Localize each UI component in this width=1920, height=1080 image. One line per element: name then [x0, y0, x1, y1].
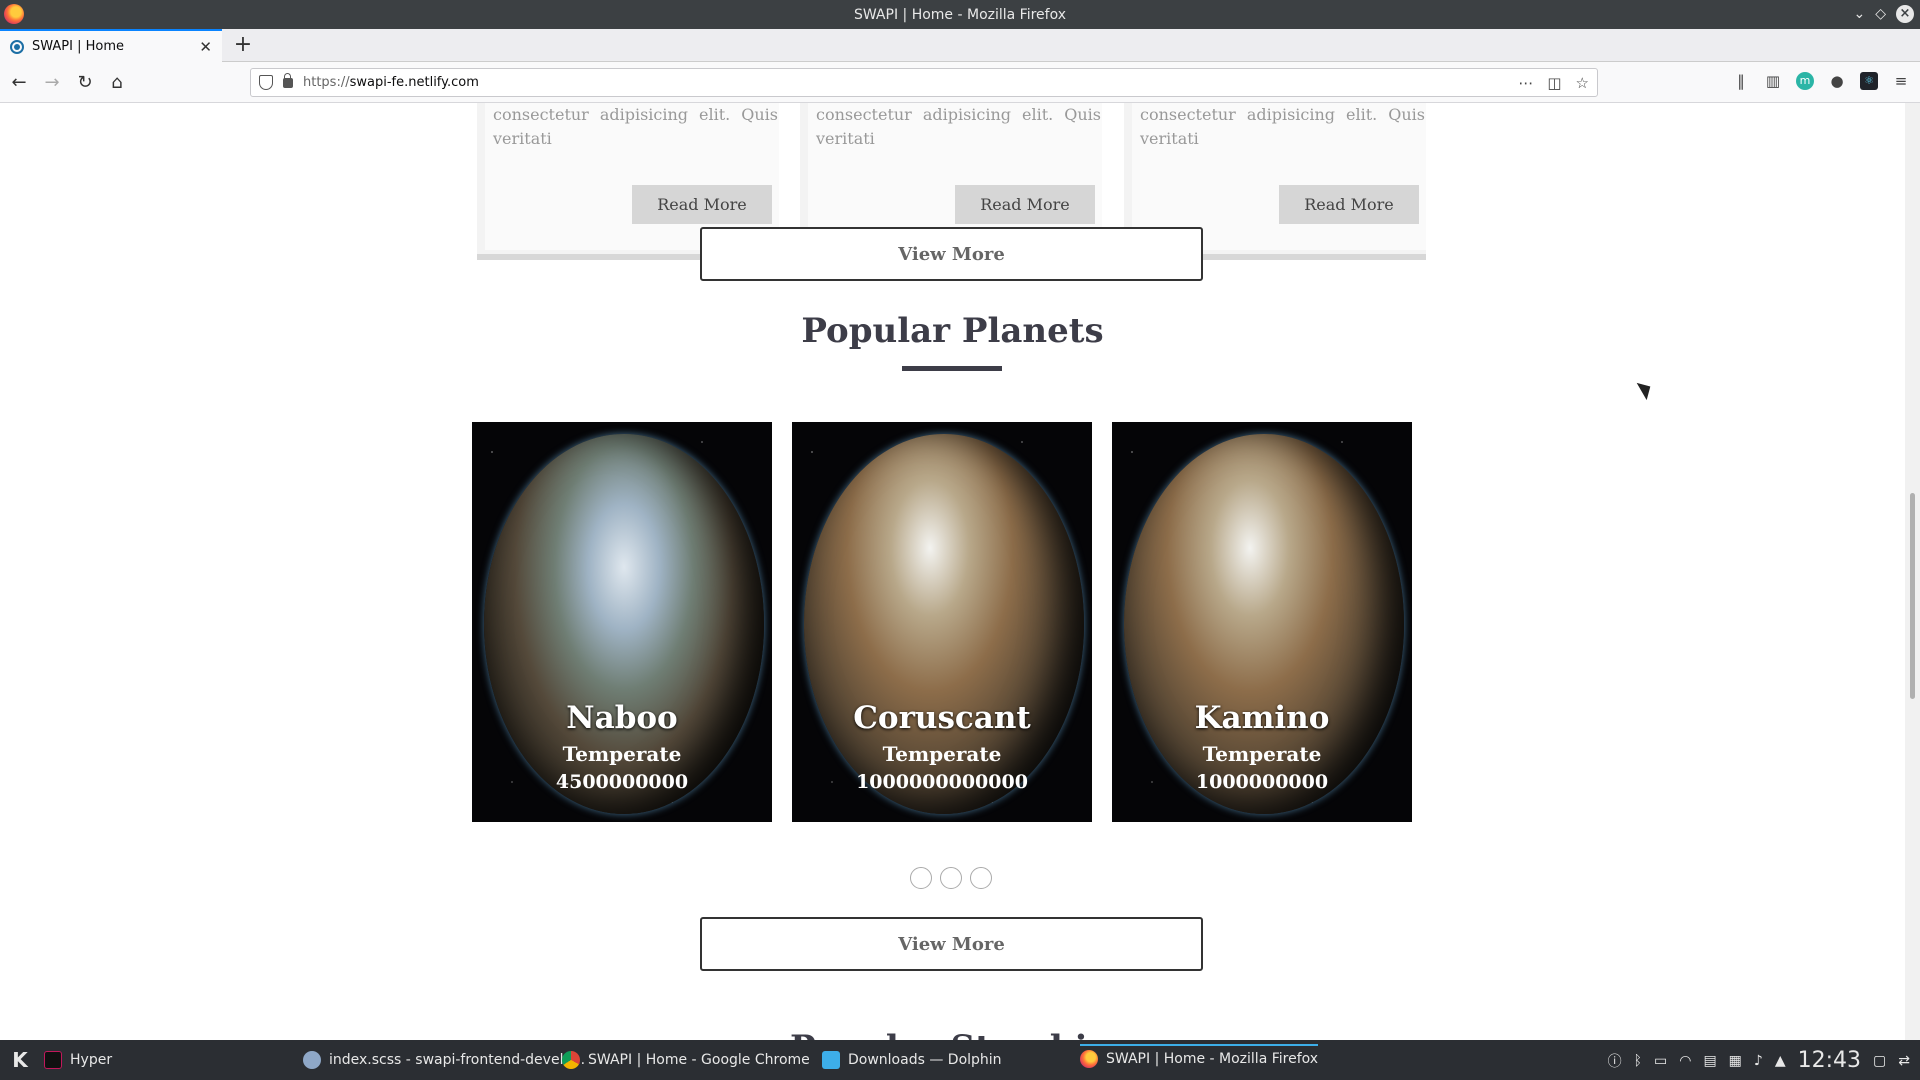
info-icon[interactable]: ⓘ: [1608, 1051, 1622, 1071]
read-more-button[interactable]: Read More: [1279, 185, 1419, 224]
sidebar-icon[interactable]: ▥: [1764, 72, 1782, 90]
mouse-cursor-icon: [1636, 377, 1656, 401]
firefox-icon: [1080, 1050, 1098, 1068]
url-text[interactable]: https://swapi-fe.netlify.com: [303, 75, 479, 90]
toolbar-right: ‖ ▥ m ● ⚛ ≡: [1732, 72, 1910, 90]
lock-icon[interactable]: [283, 72, 293, 88]
kde-launcher-icon[interactable]: K: [8, 1048, 32, 1072]
section-title-planets: Popular Planets: [801, 311, 1104, 351]
title-underline: [902, 366, 1002, 371]
url-actions: ⋯ ◫ ☆: [1518, 74, 1589, 92]
new-tab-button[interactable]: +: [230, 32, 256, 58]
system-tray: ⓘ ᛒ ▭ ◠ ▤ ▦ ♪ ▲ 12:43 ▢ ⇄: [1608, 1048, 1910, 1073]
planet-climate: Temperate: [882, 742, 1002, 766]
view-more-planets-button[interactable]: View More: [700, 917, 1203, 971]
carousel-dot[interactable]: [970, 867, 992, 889]
url-bar[interactable]: https://swapi-fe.netlify.com ⋯ ◫ ☆: [250, 68, 1598, 97]
planet-population: 1000000000000: [856, 771, 1028, 793]
post-excerpt: consectetur adipisicing elit. Quis verit…: [493, 105, 778, 148]
task-chrome[interactable]: SWAPI | Home - Google Chrome: [562, 1046, 810, 1074]
page-actions-icon[interactable]: ⋯: [1518, 74, 1533, 92]
task-vscode[interactable]: index.scss - swapi-frontend-develo...: [303, 1046, 585, 1074]
planet-name: Kamino: [1194, 700, 1330, 736]
tab-strip: SWAPI | Home ✕ +: [0, 29, 1920, 62]
volume-icon[interactable]: ♪: [1754, 1053, 1763, 1069]
clipboard-icon[interactable]: ▤: [1703, 1053, 1716, 1069]
task-hyper[interactable]: Hyper: [44, 1046, 112, 1074]
planet-card[interactable]: Coruscant Temperate 1000000000000: [792, 422, 1092, 822]
storage-icon[interactable]: ▦: [1729, 1053, 1742, 1069]
page-scrollbar[interactable]: [1905, 103, 1920, 1040]
show-desktop-icon[interactable]: ▢: [1873, 1053, 1886, 1069]
window-title: SWAPI | Home - Mozilla Firefox: [853, 6, 1067, 23]
close-tab-icon[interactable]: ✕: [199, 38, 212, 56]
bluetooth-icon[interactable]: ᛒ: [1634, 1053, 1642, 1069]
firefox-logo-icon: [4, 4, 24, 24]
task-label: Hyper: [70, 1052, 113, 1068]
react-favicon-icon: [10, 39, 24, 54]
battery-icon[interactable]: ▭: [1654, 1053, 1667, 1069]
editor-icon: [303, 1051, 321, 1069]
clock[interactable]: 12:43: [1798, 1048, 1861, 1073]
post-excerpt: consectetur adipisicing elit. Quis verit…: [1140, 105, 1425, 148]
tray-expand-icon[interactable]: ▲: [1775, 1053, 1786, 1069]
task-label: index.scss - swapi-frontend-develo...: [329, 1052, 586, 1068]
page-content: consectetur adipisicing elit. Quis verit…: [0, 103, 1905, 1040]
terminal-icon: [44, 1051, 62, 1069]
panel-settings-icon[interactable]: ⇄: [1898, 1053, 1910, 1069]
view-more-posts-button[interactable]: View More: [700, 227, 1203, 281]
bookmark-star-icon[interactable]: ☆: [1576, 74, 1589, 92]
back-button[interactable]: ←: [6, 70, 32, 96]
task-label: SWAPI | Home - Google Chrome: [588, 1052, 810, 1068]
task-firefox[interactable]: SWAPI | Home - Mozilla Firefox: [1080, 1044, 1319, 1072]
task-dolphin[interactable]: Downloads — Dolphin: [822, 1046, 1002, 1074]
planet-climate: Temperate: [562, 742, 682, 766]
account-icon[interactable]: ●: [1828, 72, 1846, 90]
read-more-button[interactable]: Read More: [955, 185, 1095, 224]
planet-card[interactable]: Naboo Temperate 4500000000: [472, 422, 772, 822]
window-titlebar: SWAPI | Home - Mozilla Firefox ⌄ ◇ ×: [0, 0, 1920, 29]
maximize-icon[interactable]: ◇: [1875, 5, 1886, 23]
planet-population: 4500000000: [555, 771, 689, 793]
task-label: Downloads — Dolphin: [848, 1052, 1002, 1068]
navigation-toolbar: ← → ↻ ⌂ https://swapi-fe.netlify.com ⋯ ◫…: [0, 62, 1920, 103]
folder-icon: [822, 1051, 840, 1069]
carousel-dots: [910, 867, 992, 889]
planet-name: Coruscant: [853, 700, 1031, 736]
close-window-icon[interactable]: ×: [1896, 5, 1914, 23]
read-more-button[interactable]: Read More: [632, 185, 772, 224]
task-label: SWAPI | Home - Mozilla Firefox: [1106, 1051, 1319, 1067]
scrollbar-thumb[interactable]: [1910, 493, 1915, 699]
planet-card[interactable]: Kamino Temperate 1000000000: [1112, 422, 1412, 822]
pocket-icon[interactable]: ◫: [1547, 74, 1561, 92]
wifi-icon[interactable]: ◠: [1679, 1053, 1691, 1069]
extension-m-icon[interactable]: m: [1796, 72, 1814, 90]
minimize-icon[interactable]: ⌄: [1853, 5, 1865, 23]
carousel-dot[interactable]: [940, 867, 962, 889]
planet-population: 1000000000: [1195, 771, 1329, 793]
library-icon[interactable]: ‖: [1732, 72, 1750, 90]
forward-button[interactable]: →: [39, 70, 65, 96]
post-excerpt: consectetur adipisicing elit. Quis verit…: [816, 105, 1101, 148]
reload-button[interactable]: ↻: [72, 70, 98, 96]
tracking-shield-icon[interactable]: [259, 75, 273, 90]
tab-swapi-home[interactable]: SWAPI | Home ✕: [0, 29, 222, 62]
section-title-next: Popular Starships: [790, 1028, 1130, 1040]
system-taskbar: K Hyper index.scss - swapi-frontend-deve…: [0, 1040, 1920, 1080]
tab-label: SWAPI | Home: [32, 39, 124, 54]
chrome-icon: [562, 1051, 580, 1069]
home-button[interactable]: ⌂: [104, 70, 130, 96]
react-devtools-icon[interactable]: ⚛: [1860, 72, 1878, 90]
planet-climate: Temperate: [1202, 742, 1322, 766]
carousel-dot[interactable]: [910, 867, 932, 889]
menu-hamburger-icon[interactable]: ≡: [1892, 72, 1910, 90]
window-controls: ⌄ ◇ ×: [1853, 5, 1914, 23]
planet-name: Naboo: [566, 700, 678, 736]
